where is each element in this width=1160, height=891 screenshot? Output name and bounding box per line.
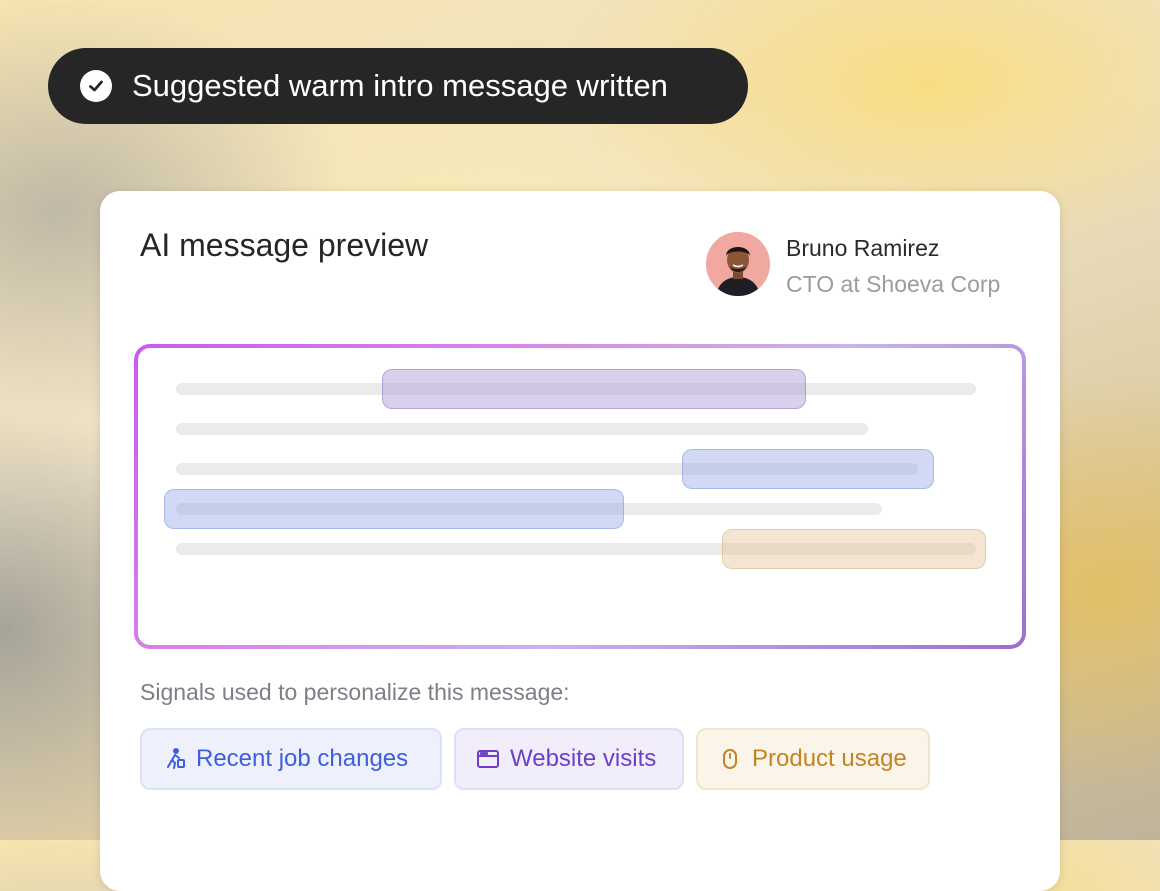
avatar xyxy=(706,232,770,296)
signal-chip-job-changes[interactable]: Recent job changes xyxy=(140,728,442,790)
highlight-job-change xyxy=(382,369,806,409)
success-toast: Suggested warm intro message written xyxy=(48,48,748,124)
signal-chip-label: Product usage xyxy=(752,745,907,772)
highlight-website-visit xyxy=(164,489,624,529)
signal-chip-website-visits[interactable]: Website visits xyxy=(454,728,684,790)
message-preview-body[interactable] xyxy=(138,348,1022,645)
ai-message-preview-card: AI message preview Bruno Ramirez CTO at … xyxy=(100,191,1060,891)
mouse-icon xyxy=(723,749,737,769)
card-title: AI message preview xyxy=(140,227,429,263)
contact-role: CTO at Shoeva Corp xyxy=(786,271,1001,297)
message-preview-frame xyxy=(134,344,1026,649)
browser-window-icon xyxy=(477,750,499,768)
text-placeholder-line xyxy=(176,423,868,435)
highlight-website-visit xyxy=(682,449,934,489)
signal-chip-label: Recent job changes xyxy=(196,745,409,772)
person-walking-icon xyxy=(167,748,185,769)
contact-name: Bruno Ramirez xyxy=(786,235,940,261)
signal-chip-product-usage[interactable]: Product usage xyxy=(696,728,930,790)
signals-label: Signals used to personalize this message… xyxy=(140,679,570,705)
signal-chip-label: Website visits xyxy=(510,745,657,772)
check-circle-icon xyxy=(80,70,112,102)
toast-message: Suggested warm intro message written xyxy=(132,68,668,103)
highlight-product-usage xyxy=(722,529,986,569)
